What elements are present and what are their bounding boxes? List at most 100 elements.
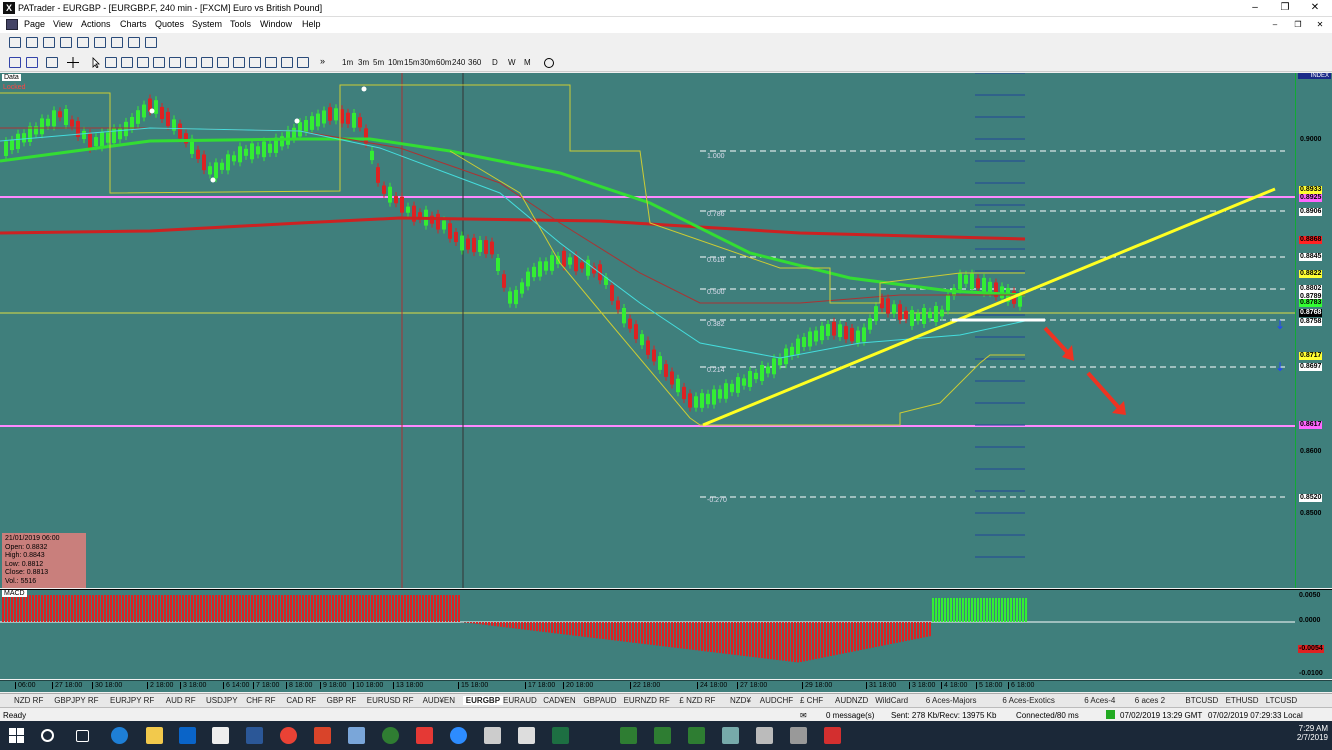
app-icon-3[interactable] [382,727,399,744]
symbol-tab[interactable]: 6 Aces-4 [1084,696,1115,705]
symbol-tab[interactable]: CHF RF [246,696,275,705]
zoom-in-icon[interactable] [9,57,21,68]
edge-icon[interactable] [111,727,128,744]
channel-icon[interactable] [153,57,165,68]
symbol-tab[interactable]: GBPJPY RF [54,696,98,705]
area-chart-icon[interactable] [77,37,89,48]
kagi-chart-icon[interactable] [128,37,140,48]
timeframe-360[interactable]: 360 [468,58,481,67]
symbol-tab[interactable]: GBPAUD [583,696,616,705]
symbol-tab[interactable]: EURUSD RF [367,696,414,705]
timeframe-monthly[interactable]: M [524,58,531,67]
app-icon-8[interactable] [688,727,705,744]
symbol-tab[interactable]: EURNZD RF [624,696,670,705]
horizontal-line-icon[interactable] [105,57,117,68]
timeframe-daily[interactable]: D [492,58,498,67]
symbol-tab[interactable]: LTCUSD [1266,696,1297,705]
symbol-tab[interactable]: AUDNZD [835,696,868,705]
app-icon-12[interactable] [824,727,841,744]
symbol-tab[interactable]: AUD¥EN [423,696,455,705]
symbol-tab[interactable]: NZD RF [14,696,43,705]
pointer-icon[interactable] [90,57,102,69]
fib-fan-icon[interactable] [185,57,197,68]
minimize-button[interactable]: – [1240,1,1270,15]
macd-label[interactable]: MACD [2,590,27,597]
timeframe-10m[interactable]: 10m [388,58,404,67]
fib-time-icon[interactable] [217,57,229,68]
menu-quotes[interactable]: Quotes [155,19,184,29]
crosshair-icon[interactable] [67,57,79,68]
point-figure-icon[interactable] [94,37,106,48]
symbol-tab[interactable]: CAD RF [286,696,316,705]
symbol-tab[interactable]: 6 Aces-Majors [926,696,977,705]
menu-help[interactable]: Help [302,19,321,29]
symbol-tab[interactable]: CAD¥EN [543,696,575,705]
gann-icon[interactable] [233,57,245,68]
close-button[interactable]: ✕ [1300,1,1330,15]
line-chart-icon[interactable] [60,37,72,48]
mdi-close-button[interactable]: ✕ [1305,18,1332,32]
app-icon-7[interactable] [654,727,671,744]
symbol-tab[interactable]: AUD RF [166,696,196,705]
status-messages[interactable]: 0 message(s) [826,711,874,720]
search-icon[interactable] [41,729,54,742]
trendline-icon[interactable] [137,57,149,68]
symbol-tab[interactable]: EURJPY RF [110,696,154,705]
price-chart-canvas[interactable]: ↓↓ [0,73,1295,588]
symbol-tab[interactable]: 6 Aces-Exotics [1002,696,1054,705]
symbol-tab[interactable]: BTCUSD [1185,696,1218,705]
powerpoint-icon[interactable] [314,727,331,744]
regression-icon[interactable] [265,57,277,68]
restore-button[interactable]: ❐ [1270,1,1300,15]
zoom-icon[interactable] [450,727,467,744]
app-icon-4[interactable] [416,727,433,744]
vertical-line-icon[interactable] [121,57,133,68]
timeframe-240[interactable]: 240 [452,58,465,67]
word-icon[interactable] [246,727,263,744]
timeframe-60m[interactable]: 60m [436,58,452,67]
app-icon-1[interactable] [212,727,229,744]
pitchfork-icon[interactable] [249,57,261,68]
app-icon-10[interactable] [756,727,773,744]
data-label[interactable]: Data [2,74,21,81]
chart-menu-icon[interactable] [6,19,18,30]
symbol-tab[interactable]: 6 aces 2 [1135,696,1165,705]
task-view-icon[interactable] [76,730,89,742]
symbol-tab[interactable]: NZD¥ [730,696,751,705]
volume-chart-icon[interactable] [145,37,157,48]
fib-arc-icon[interactable] [201,57,213,68]
system-clock[interactable]: 7:29 AM 2/7/2019 [1290,724,1328,742]
menu-window[interactable]: Window [260,19,292,29]
symbol-tab[interactable]: £ NZD RF [679,696,715,705]
macd-panel[interactable]: MACD [0,589,1295,679]
price-chart[interactable]: ↓ ↓ Data Locked 21/01/2019 06:00 Open: 0.… [0,73,1295,588]
app-icon-6[interactable] [620,727,637,744]
timeframe-30m[interactable]: 30m [420,58,436,67]
symbol-tab[interactable]: GBP RF [327,696,357,705]
zoom-out-icon[interactable] [26,57,38,68]
timeframe-3m[interactable]: 3m [358,58,369,67]
symbol-tab[interactable]: USDJPY [206,696,238,705]
symbol-tab[interactable]: WildCard [875,696,908,705]
app-icon-2[interactable] [348,727,365,744]
symbol-tab[interactable]: EURGBP [462,696,504,705]
excel-icon[interactable] [552,727,569,744]
toolbar-overflow-icon[interactable]: » [320,56,325,66]
timeframe-1m[interactable]: 1m [342,58,353,67]
candle-chart-icon[interactable] [43,37,55,48]
menu-system[interactable]: System [192,19,222,29]
menu-charts[interactable]: Charts [120,19,147,29]
ohlc-chart-icon[interactable] [26,37,38,48]
price-scale[interactable]: INDEX 0.9000 0.8933 0.8925 0.8906 0.8868 0.88… [1295,73,1332,588]
fibonacci-icon[interactable] [169,57,181,68]
windows-start-icon[interactable] [8,727,25,744]
menu-tools[interactable]: Tools [230,19,251,29]
app-icon-5[interactable] [484,727,501,744]
menu-actions[interactable]: Actions [81,19,111,29]
text-tool-icon[interactable] [281,57,293,68]
file-explorer-icon[interactable] [146,727,163,744]
outlook-icon[interactable] [179,727,196,744]
erase-icon[interactable] [297,57,309,68]
indicator-icon[interactable] [46,57,58,68]
symbol-tab[interactable]: ETHUSD [1226,696,1259,705]
